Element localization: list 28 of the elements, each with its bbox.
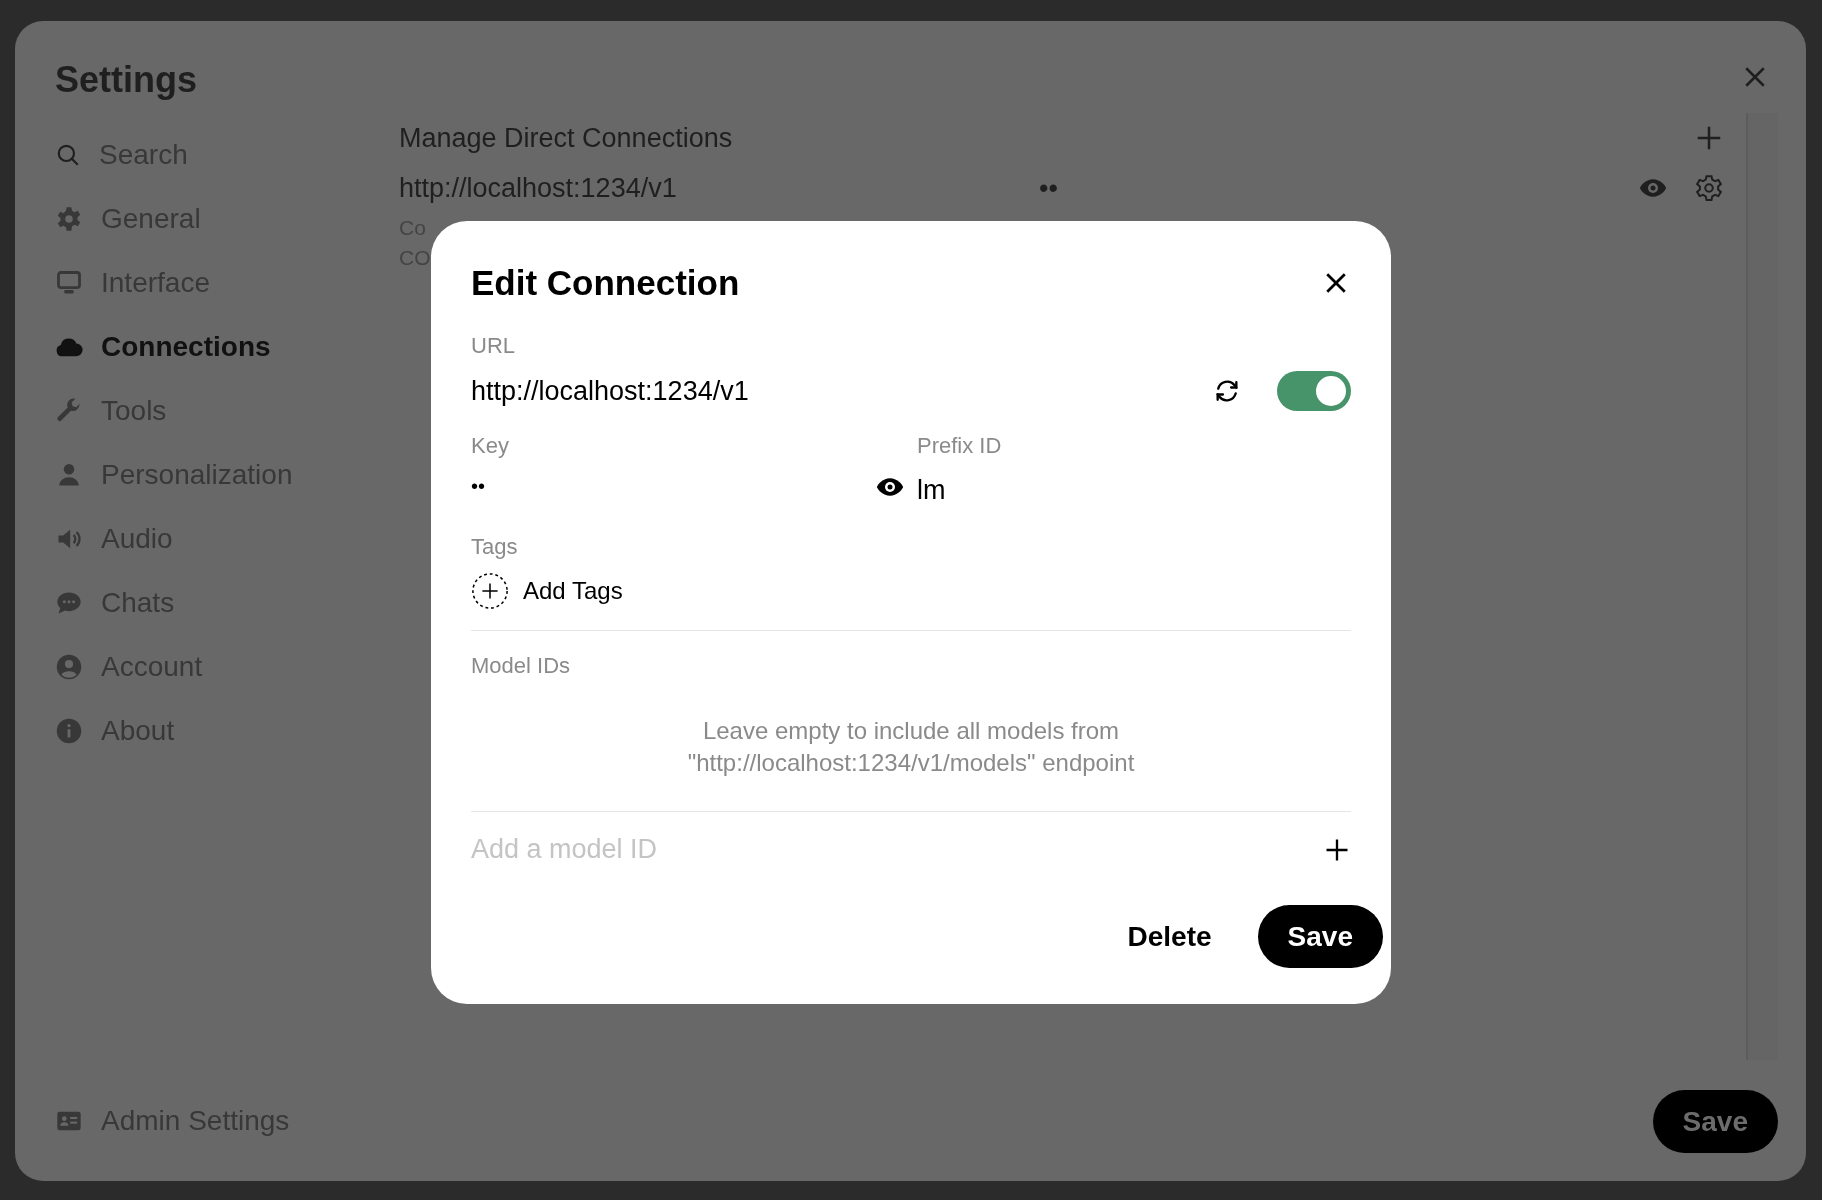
monitor-icon — [55, 269, 83, 297]
connection-url: http://localhost:1234/v1 — [399, 172, 678, 204]
prefix-id-field[interactable]: lm — [917, 471, 1351, 510]
save-button[interactable]: Save — [1652, 1090, 1778, 1153]
key-field[interactable]: •• — [471, 471, 875, 502]
delete-button[interactable]: Delete — [1121, 919, 1218, 954]
dashed-plus-circle-icon — [471, 572, 509, 610]
field-label: URL — [471, 333, 516, 359]
refresh-icon[interactable] — [1213, 377, 1241, 405]
section-heading: Manage Direct Connections — [399, 122, 733, 154]
user-circle-icon — [55, 653, 83, 681]
add-tags-button[interactable]: Add Tags — [471, 572, 623, 610]
field-label: Prefix ID — [917, 433, 1003, 459]
gear-icon — [55, 205, 83, 233]
field-label: Tags — [471, 534, 519, 560]
toggle-switch[interactable] — [1277, 371, 1351, 411]
settings-title: Settings — [55, 59, 198, 101]
info-icon — [55, 717, 83, 745]
search-icon — [55, 142, 81, 168]
url-field[interactable]: http://localhost:1234/v1 — [471, 371, 1177, 411]
field-label: Key — [471, 433, 510, 459]
hint-text: Leave empty to include all models from "http://localhost:1234/v1/models" endpoint — [686, 716, 1136, 778]
settings-icon[interactable] — [1694, 173, 1724, 203]
dialog-title: Edit Connection — [471, 263, 740, 303]
connection-key: •• — [1039, 172, 1638, 204]
field-label: Model IDs — [471, 653, 572, 679]
save-button[interactable]: Save — [1257, 905, 1383, 968]
sidebar-item[interactable]: Connections — [55, 315, 271, 379]
